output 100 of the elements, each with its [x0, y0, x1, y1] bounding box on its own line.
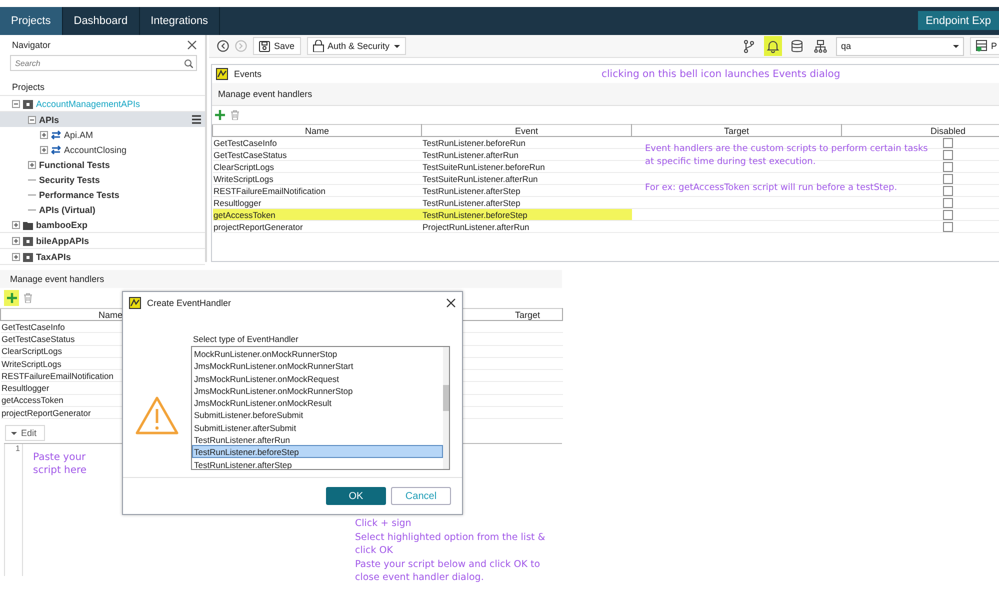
expand-icon[interactable]	[40, 130, 48, 138]
checkbox[interactable]	[943, 162, 953, 172]
table-cell: ClearScriptLogs	[212, 160, 422, 172]
tree-row[interactable]: Performance Tests	[0, 187, 205, 202]
table-cell: WriteScriptLogs	[212, 172, 422, 184]
collapse-icon[interactable]	[28, 116, 36, 124]
warning-icon	[135, 396, 179, 435]
expand-icon[interactable]	[12, 252, 20, 260]
tree-row[interactable]: AccountClosing	[0, 142, 205, 157]
tree-row[interactable]: APIs (Virtual)	[0, 202, 205, 217]
table-cell: getAccessToken	[212, 208, 422, 220]
annotation-text: Event handlers are the custom scripts to perform certain tasks at specific time during test execution.	[645, 143, 929, 169]
column-header[interactable]: Name	[212, 124, 422, 136]
header-tab[interactable]: Dashboard	[62, 7, 140, 35]
environment-dropdown[interactable]: qa	[836, 36, 964, 56]
tree-label: APIs (Virtual)	[39, 204, 96, 214]
section-label: Manage event handlers	[212, 83, 999, 106]
table-cell: TestRunListener.afterStep	[422, 184, 632, 196]
plus-icon[interactable]	[215, 110, 225, 120]
tree-row[interactable]: bambooExp	[0, 217, 205, 233]
list-option[interactable]: TestRunListener.afterRun	[192, 433, 443, 446]
list-option[interactable]: TestRunListener.beforeStep	[192, 445, 443, 458]
edit-tab[interactable]: Edit	[5, 425, 45, 442]
caret-icon	[11, 432, 17, 435]
column-header[interactable]: Event	[422, 124, 632, 136]
checkbox[interactable]	[943, 138, 953, 148]
tree-label: bileAppAPIs	[36, 236, 90, 246]
annotation-text: Paste your script below and click OK to close event handler dialog.	[355, 558, 542, 585]
header-tab[interactable]: Projects	[0, 7, 63, 35]
save-icon	[259, 40, 270, 52]
project-icon	[23, 236, 33, 246]
expand-icon[interactable]	[28, 160, 36, 168]
arrows-icon	[51, 130, 61, 140]
expand-icon[interactable]	[12, 236, 20, 244]
panel-title: Events	[234, 69, 262, 79]
table-cell: TestRunListener.beforeStep	[422, 208, 632, 220]
section-label: Manage event handlers	[0, 270, 562, 288]
tree-label: Api.AM	[64, 130, 94, 140]
database-icon[interactable]	[790, 40, 803, 52]
tree-label: Security Tests	[39, 174, 100, 184]
tree-label: APIs	[39, 114, 60, 124]
checkbox[interactable]	[943, 186, 953, 196]
menu-icon[interactable]	[192, 115, 201, 124]
table-cell: GetTestCaseStatus	[212, 148, 422, 160]
scrollbar-thumb[interactable]	[443, 385, 449, 411]
events-logo-icon	[216, 68, 228, 80]
project-icon	[23, 98, 33, 108]
tree-row[interactable]: Security Tests	[0, 172, 205, 187]
table-cell: RESTFailureEmailNotification	[212, 184, 422, 196]
caret-icon	[952, 44, 959, 48]
collapse-icon[interactable]	[12, 100, 20, 108]
checkbox[interactable]	[943, 198, 953, 208]
checkbox[interactable]	[943, 174, 953, 184]
table-cell: TestRunListener.afterRun	[422, 148, 632, 160]
tree-row[interactable]: TaxAPIs	[0, 249, 205, 265]
table-cell: TestRunListener.beforeRun	[422, 136, 632, 148]
checkbox[interactable]	[943, 222, 953, 232]
close-icon[interactable]	[187, 40, 197, 50]
tree-row[interactable]: Functional Tests	[0, 157, 205, 172]
arrows-icon	[51, 144, 61, 154]
lock-icon	[312, 40, 324, 52]
close-icon[interactable]	[446, 298, 456, 308]
tree-label: bambooExp	[36, 220, 88, 230]
checkbox[interactable]	[943, 210, 953, 220]
expand-icon[interactable]	[40, 146, 48, 154]
server-icon	[976, 40, 987, 52]
tree-row[interactable]: APIs	[0, 112, 205, 127]
list-option[interactable]: SubmitListener.afterSubmit	[192, 420, 443, 434]
search-field[interactable]: Search	[10, 55, 197, 71]
network-icon[interactable]	[814, 40, 828, 52]
bell-icon	[766, 40, 779, 52]
expand-icon[interactable]	[12, 220, 20, 228]
ok-button[interactable]: OK	[326, 487, 386, 505]
checkbox[interactable]	[943, 150, 953, 160]
search-icon[interactable]	[184, 59, 193, 68]
endpoint-button[interactable]: Endpoint Exp	[918, 11, 999, 30]
tree-label: Performance Tests	[39, 190, 120, 200]
annotation-text: Select highlighted option from the list & click OK	[355, 530, 546, 558]
toolbar-button[interactable]: P	[970, 37, 999, 55]
tree-row[interactable]: bileAppAPIs	[0, 233, 205, 249]
back-icon[interactable]	[217, 40, 229, 52]
panel-title: Navigator	[12, 40, 51, 50]
column-header[interactable]: Disabled	[842, 124, 999, 136]
section-label: Projects	[0, 76, 205, 96]
column-header[interactable]: Target	[632, 124, 842, 136]
auth-dropdown[interactable]: Auth & Security	[306, 37, 406, 55]
tree-label: Functional Tests	[39, 160, 110, 170]
table-cell: GetTestCaseInfo	[212, 136, 422, 148]
dialog-title: Create EventHandler	[147, 298, 232, 308]
table-cell: ProjectRunListener.afterRun	[422, 220, 632, 232]
annotation-text: Click + sign	[355, 517, 412, 531]
dialog-logo-icon	[129, 297, 141, 309]
plus-icon	[6, 293, 16, 303]
table-cell: TestSuiteRunListener.beforeRun	[422, 160, 632, 172]
bell-button[interactable]	[764, 36, 782, 56]
branch-icon[interactable]	[742, 40, 755, 52]
annotation-text: clicking on this bell icon launches Events dialog	[602, 68, 840, 80]
save-button[interactable]: Save	[253, 37, 301, 55]
add-button[interactable]	[4, 290, 19, 306]
tree-row[interactable]: Api.AM	[0, 127, 205, 142]
